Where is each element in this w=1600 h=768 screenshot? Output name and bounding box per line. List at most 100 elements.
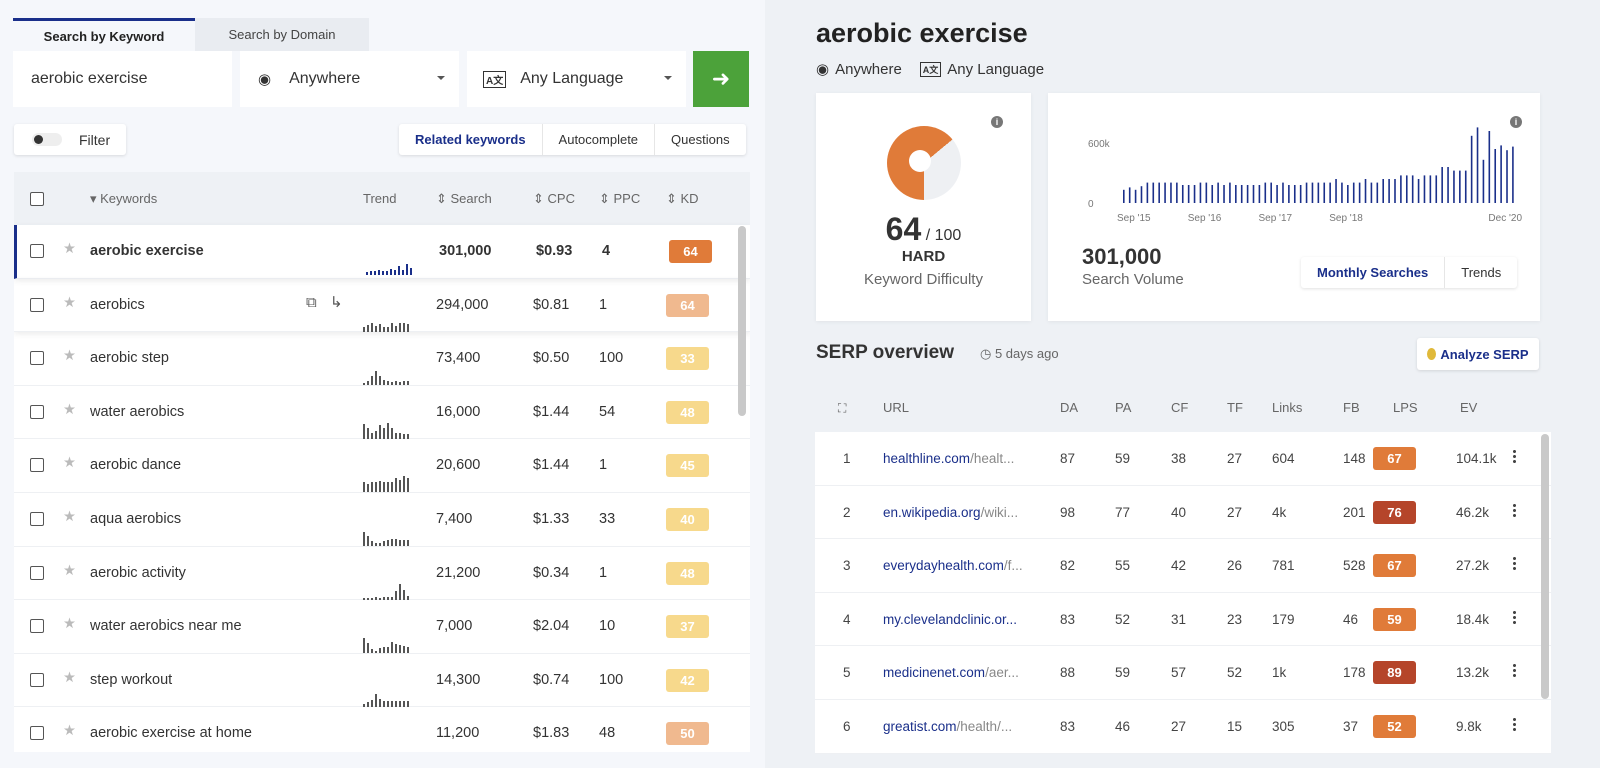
- search-go-button[interactable]: ➜: [693, 51, 749, 107]
- row-checkbox[interactable]: [30, 511, 44, 526]
- table-row[interactable]: ★ aerobic dance 20,600 $1.44 1 45: [14, 439, 750, 493]
- row-checkbox[interactable]: [30, 404, 44, 419]
- serp-row[interactable]: 2 en.wikipedia.org/wiki... 98 77 40 27 4k 201…: [815, 485, 1551, 540]
- serp-row[interactable]: 3 everydayhealth.com/f... 82 55 42 26 781 528…: [815, 539, 1551, 593]
- table-row[interactable]: ★ step workout 14,300 $0.74 100 42: [14, 654, 750, 708]
- table-row[interactable]: ★ aerobic exercise at home 11,200 $1.83 …: [14, 707, 750, 752]
- star-icon[interactable]: ★: [63, 509, 76, 525]
- language-select[interactable]: A文 Any Language: [467, 51, 686, 107]
- column-fb[interactable]: FB: [1343, 400, 1360, 415]
- row-checkbox[interactable]: [30, 619, 44, 634]
- tab-questions[interactable]: Questions: [655, 124, 746, 155]
- select-all-checkbox[interactable]: [30, 192, 44, 206]
- row-checkbox[interactable]: [30, 726, 44, 741]
- row-checkbox[interactable]: [30, 351, 44, 366]
- star-icon[interactable]: ★: [63, 723, 76, 739]
- url-link[interactable]: healthline.com/healt...: [883, 451, 1043, 466]
- keyword-text[interactable]: aqua aerobics: [90, 511, 181, 527]
- tab-trends[interactable]: Trends: [1445, 257, 1517, 288]
- column-da[interactable]: DA: [1060, 400, 1078, 415]
- keyword-text[interactable]: aerobic exercise: [90, 243, 204, 259]
- keyword-text[interactable]: aerobic step: [90, 350, 169, 366]
- url-link[interactable]: en.wikipedia.org/wiki...: [883, 505, 1043, 520]
- more-options-icon[interactable]: [1513, 609, 1516, 625]
- keyword-text[interactable]: aerobic exercise at home: [90, 725, 252, 741]
- table-row[interactable]: ★ water aerobics near me 7,000 $2.04 10 …: [14, 600, 750, 654]
- star-icon[interactable]: ★: [63, 295, 76, 311]
- toggle-switch[interactable]: [32, 133, 62, 146]
- star-icon[interactable]: ★: [63, 670, 76, 686]
- url-link[interactable]: medicinenet.com/aer...: [883, 665, 1043, 680]
- row-checkbox[interactable]: [30, 565, 44, 580]
- keyword-text[interactable]: aerobic activity: [90, 565, 186, 581]
- star-icon[interactable]: ★: [63, 348, 76, 364]
- volume-bar: [1429, 175, 1432, 203]
- volume-bar: [1447, 167, 1449, 203]
- star-icon[interactable]: ★: [63, 563, 76, 579]
- column-lps[interactable]: LPS: [1393, 400, 1418, 415]
- column-links[interactable]: Links: [1272, 400, 1302, 415]
- more-options-icon[interactable]: [1513, 449, 1516, 464]
- table-row[interactable]: ★ aerobic activity 21,200 $0.34 1 48: [14, 547, 750, 601]
- serp-scrollbar[interactable]: [1541, 434, 1549, 699]
- keyword-text[interactable]: aerobic dance: [90, 457, 181, 473]
- table-row[interactable]: ★ aqua aerobics 7,400 $1.33 33 40: [14, 493, 750, 547]
- row-checkbox[interactable]: [30, 458, 44, 473]
- more-options-icon[interactable]: [1513, 663, 1516, 679]
- column-keywords[interactable]: ▾ Keywords: [90, 191, 157, 207]
- url-link[interactable]: my.clevelandclinic.or...: [883, 612, 1043, 627]
- column-search[interactable]: ⇕ Search: [436, 191, 492, 207]
- more-options-icon[interactable]: [1513, 717, 1516, 732]
- star-icon[interactable]: ★: [63, 402, 76, 418]
- table-row[interactable]: ★ aerobic step 73,400 $0.50 100 33: [14, 332, 750, 386]
- keyword-text[interactable]: aerobics: [90, 297, 145, 313]
- row-checkbox[interactable]: [30, 297, 44, 312]
- tab-search-by-keyword[interactable]: Search by Keyword: [13, 18, 195, 51]
- info-icon[interactable]: i: [991, 116, 1003, 128]
- sparkline-bar: [407, 539, 409, 546]
- keyword-text[interactable]: step workout: [90, 672, 172, 688]
- serp-row[interactable]: 1 healthline.com/healt... 87 59 38 27 604 148…: [815, 432, 1551, 486]
- lps-badge: 67: [1373, 447, 1416, 470]
- row-checkbox[interactable]: [30, 672, 44, 687]
- column-cpc[interactable]: ⇕ CPC: [533, 191, 575, 207]
- serp-row[interactable]: 4 my.clevelandclinic.or... 83 52 31 23 179 46…: [815, 592, 1551, 647]
- serp-row[interactable]: 5 medicinenet.com/aer... 88 59 57 52 1k 178 8…: [815, 646, 1551, 700]
- more-options-icon[interactable]: [1513, 556, 1516, 572]
- keyword-text[interactable]: water aerobics: [90, 404, 184, 420]
- scrollbar[interactable]: [738, 226, 746, 416]
- keyword-input[interactable]: aerobic exercise: [13, 51, 232, 107]
- column-url[interactable]: URL: [883, 400, 909, 415]
- url-link[interactable]: greatist.com/health/...: [883, 719, 1043, 734]
- column-pa[interactable]: PA: [1115, 400, 1131, 415]
- column-tf[interactable]: TF: [1227, 400, 1243, 415]
- column-ppc[interactable]: ⇕ PPC: [599, 191, 640, 207]
- tab-related-keywords[interactable]: Related keywords: [399, 124, 543, 155]
- serp-row[interactable]: 6 greatist.com/health/... 83 46 27 15 305 37 …: [815, 700, 1551, 754]
- copy-icon[interactable]: ⧉: [306, 294, 317, 311]
- table-row[interactable]: ★ water aerobics 16,000 $1.44 54 48: [14, 386, 750, 440]
- filter-toggle[interactable]: Filter: [14, 124, 126, 155]
- star-icon[interactable]: ★: [63, 455, 76, 471]
- more-options-icon[interactable]: [1513, 502, 1516, 518]
- volume-bar: [1293, 185, 1296, 203]
- volume-bar: [1488, 131, 1491, 203]
- column-kd[interactable]: ⇕ KD: [666, 191, 699, 207]
- tab-search-by-domain[interactable]: Search by Domain: [195, 18, 369, 51]
- keyword-text[interactable]: water aerobics near me: [90, 618, 242, 634]
- analyze-serp-button[interactable]: Analyze SERP: [1417, 338, 1539, 370]
- table-row[interactable]: ★ aerobic exercise 301,000 $0.93 4 64: [14, 225, 750, 279]
- row-checkbox[interactable]: [30, 244, 44, 258]
- expand-icon[interactable]: ⛶: [838, 401, 846, 416]
- column-cf[interactable]: CF: [1171, 400, 1188, 415]
- tab-autocomplete[interactable]: Autocomplete: [543, 124, 656, 155]
- star-icon[interactable]: ★: [63, 616, 76, 632]
- url-link[interactable]: everydayhealth.com/f...: [883, 558, 1043, 573]
- star-icon[interactable]: ★: [63, 241, 76, 257]
- column-ev[interactable]: EV: [1460, 400, 1477, 415]
- table-row[interactable]: ★ aerobics ⧉ ↳ 294,000 $0.81 1 64: [14, 279, 750, 333]
- location-select[interactable]: ◉ Anywhere: [240, 51, 459, 107]
- ppc-value: 54: [599, 403, 616, 420]
- share-arrow-icon[interactable]: ↳: [330, 293, 343, 311]
- tab-monthly-searches[interactable]: Monthly Searches: [1301, 257, 1446, 288]
